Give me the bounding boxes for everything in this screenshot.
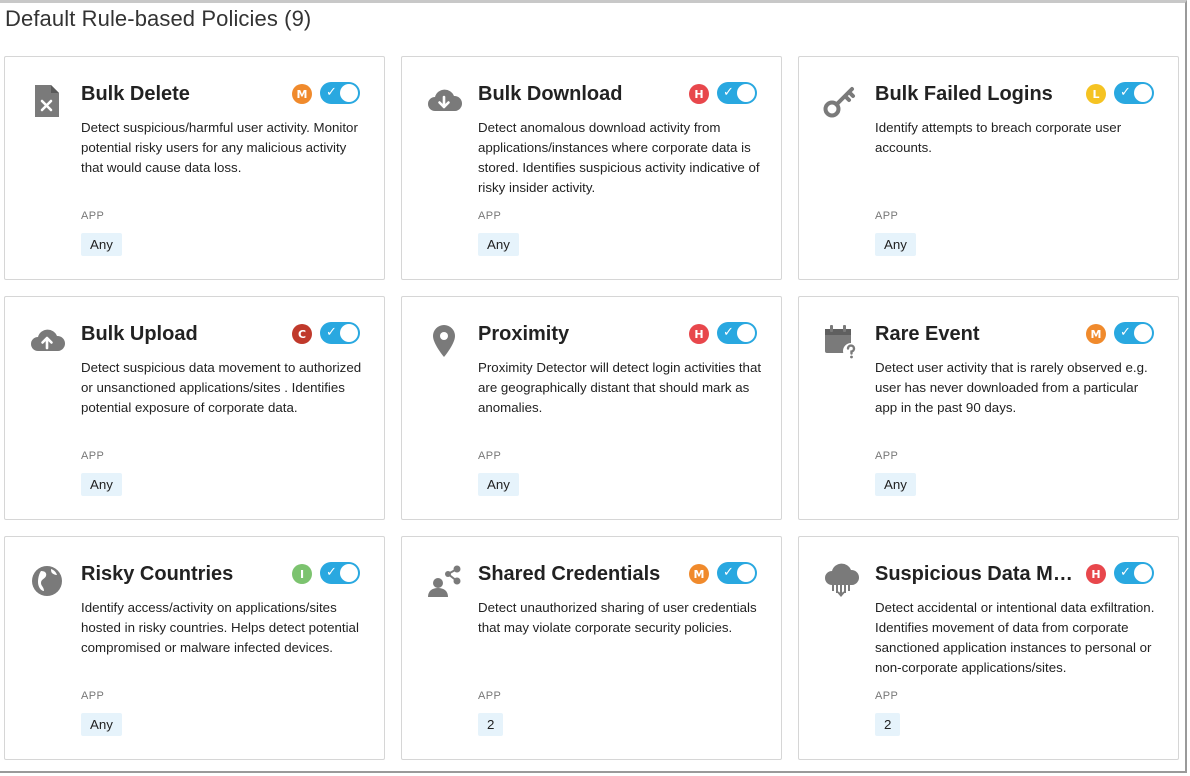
app-label: APP (81, 690, 105, 702)
policy-description: Proximity Detector will detect login act… (478, 360, 762, 415)
enable-toggle[interactable]: ✓ (320, 562, 360, 584)
policy-title: Risky Countries (81, 563, 234, 585)
policy-card-risky-countries[interactable]: Risky Countries I ✓ Identify access/acti… (4, 536, 385, 760)
policy-title: Proximity (478, 323, 570, 345)
policy-card-proximity[interactable]: Proximity H ✓ Proximity Detector will de… (401, 296, 782, 520)
toggle-knob (340, 324, 358, 342)
toggle-knob (737, 564, 755, 582)
app-value-chip: Any (478, 473, 519, 496)
severity-badge: I (292, 564, 312, 584)
enable-toggle[interactable]: ✓ (717, 322, 757, 344)
severity-badge: H (689, 324, 709, 344)
toggle-knob (737, 84, 755, 102)
policy-description: Detect user activity that is rarely obse… (875, 360, 1148, 415)
policy-card-shared-credentials[interactable]: Shared Credentials M ✓ Detect unauthoriz… (401, 536, 782, 760)
enable-toggle[interactable]: ✓ (320, 82, 360, 104)
policy-title: Bulk Delete (81, 83, 190, 105)
check-icon: ✓ (723, 565, 734, 580)
enable-toggle[interactable]: ✓ (1114, 562, 1154, 584)
file-delete-icon (27, 81, 67, 121)
check-icon: ✓ (723, 325, 734, 340)
app-label: APP (875, 450, 899, 462)
enable-toggle[interactable]: ✓ (1114, 82, 1154, 104)
app-value-chip: 2 (478, 713, 504, 736)
map-pin-icon (424, 321, 464, 361)
severity-badge: C (292, 324, 312, 344)
app-label: APP (478, 690, 502, 702)
policy-description: Detect suspicious data movement to autho… (81, 360, 362, 415)
check-icon: ✓ (1120, 325, 1131, 340)
app-value-chip: Any (875, 473, 916, 496)
toggle-knob (737, 324, 755, 342)
policy-description: Detect accidental or intentional data ex… (875, 600, 1155, 675)
check-icon: ✓ (326, 565, 337, 580)
calendar-question-icon (821, 321, 861, 361)
app-label: APP (81, 450, 105, 462)
enable-toggle[interactable]: ✓ (1114, 322, 1154, 344)
policy-card-bulk-delete[interactable]: Bulk Delete M ✓ Detect suspicious/harmfu… (4, 56, 385, 280)
severity-badge: H (1086, 564, 1106, 584)
policy-card-bulk-upload[interactable]: Bulk Upload C ✓ Detect suspicious data m… (4, 296, 385, 520)
policy-description: Detect unauthorized sharing of user cred… (478, 600, 757, 635)
app-value-chip: Any (81, 473, 122, 496)
policy-title: Suspicious Data Mov... (875, 563, 1085, 585)
enable-toggle[interactable]: ✓ (717, 82, 757, 104)
enable-toggle[interactable]: ✓ (717, 562, 757, 584)
toggle-knob (1134, 84, 1152, 102)
policy-description: Detect suspicious/harmful user activity.… (81, 120, 358, 175)
check-icon: ✓ (723, 85, 734, 100)
app-label: APP (478, 210, 502, 222)
cloud-upload-icon (27, 321, 67, 361)
severity-badge: L (1086, 84, 1106, 104)
toggle-knob (340, 84, 358, 102)
user-share-icon (424, 561, 464, 601)
policy-card-bulk-download[interactable]: Bulk Download H ✓ Detect anomalous downl… (401, 56, 782, 280)
policy-title: Shared Credentials (478, 563, 661, 585)
policy-card-suspicious-data-movement[interactable]: Suspicious Data Mov... H ✓ Detect accide… (798, 536, 1179, 760)
check-icon: ✓ (1120, 85, 1131, 100)
app-value-chip: Any (875, 233, 916, 256)
check-icon: ✓ (326, 85, 337, 100)
policy-title: Bulk Download (478, 83, 623, 105)
page-title: Default Rule-based Policies (9) (5, 6, 312, 31)
app-label: APP (81, 210, 105, 222)
key-icon (821, 81, 861, 121)
enable-toggle[interactable]: ✓ (320, 322, 360, 344)
check-icon: ✓ (1120, 565, 1131, 580)
severity-badge: M (1086, 324, 1106, 344)
policy-title: Bulk Failed Logins (875, 83, 1053, 105)
toggle-knob (1134, 564, 1152, 582)
cloud-data-icon (821, 561, 861, 601)
toggle-knob (340, 564, 358, 582)
globe-icon (27, 561, 67, 601)
policy-description: Identify access/activity on applications… (81, 600, 359, 655)
app-value-chip: Any (478, 233, 519, 256)
app-value-chip: 2 (875, 713, 901, 736)
app-value-chip: Any (81, 713, 122, 736)
app-label: APP (875, 210, 899, 222)
policy-card-bulk-failed-logins[interactable]: Bulk Failed Logins L ✓ Identify attempts… (798, 56, 1179, 280)
policy-description: Detect anomalous download activity from … (478, 120, 760, 195)
policy-title: Bulk Upload (81, 323, 198, 345)
app-label: APP (875, 690, 899, 702)
policy-description: Identify attempts to breach corporate us… (875, 120, 1122, 155)
check-icon: ✓ (326, 325, 337, 340)
policy-card-rare-event[interactable]: Rare Event M ✓ Detect user activity that… (798, 296, 1179, 520)
toggle-knob (1134, 324, 1152, 342)
severity-badge: M (689, 564, 709, 584)
policy-title: Rare Event (875, 323, 980, 345)
app-label: APP (478, 450, 502, 462)
cloud-download-icon (424, 81, 464, 121)
severity-badge: H (689, 84, 709, 104)
app-value-chip: Any (81, 233, 122, 256)
severity-badge: M (292, 84, 312, 104)
